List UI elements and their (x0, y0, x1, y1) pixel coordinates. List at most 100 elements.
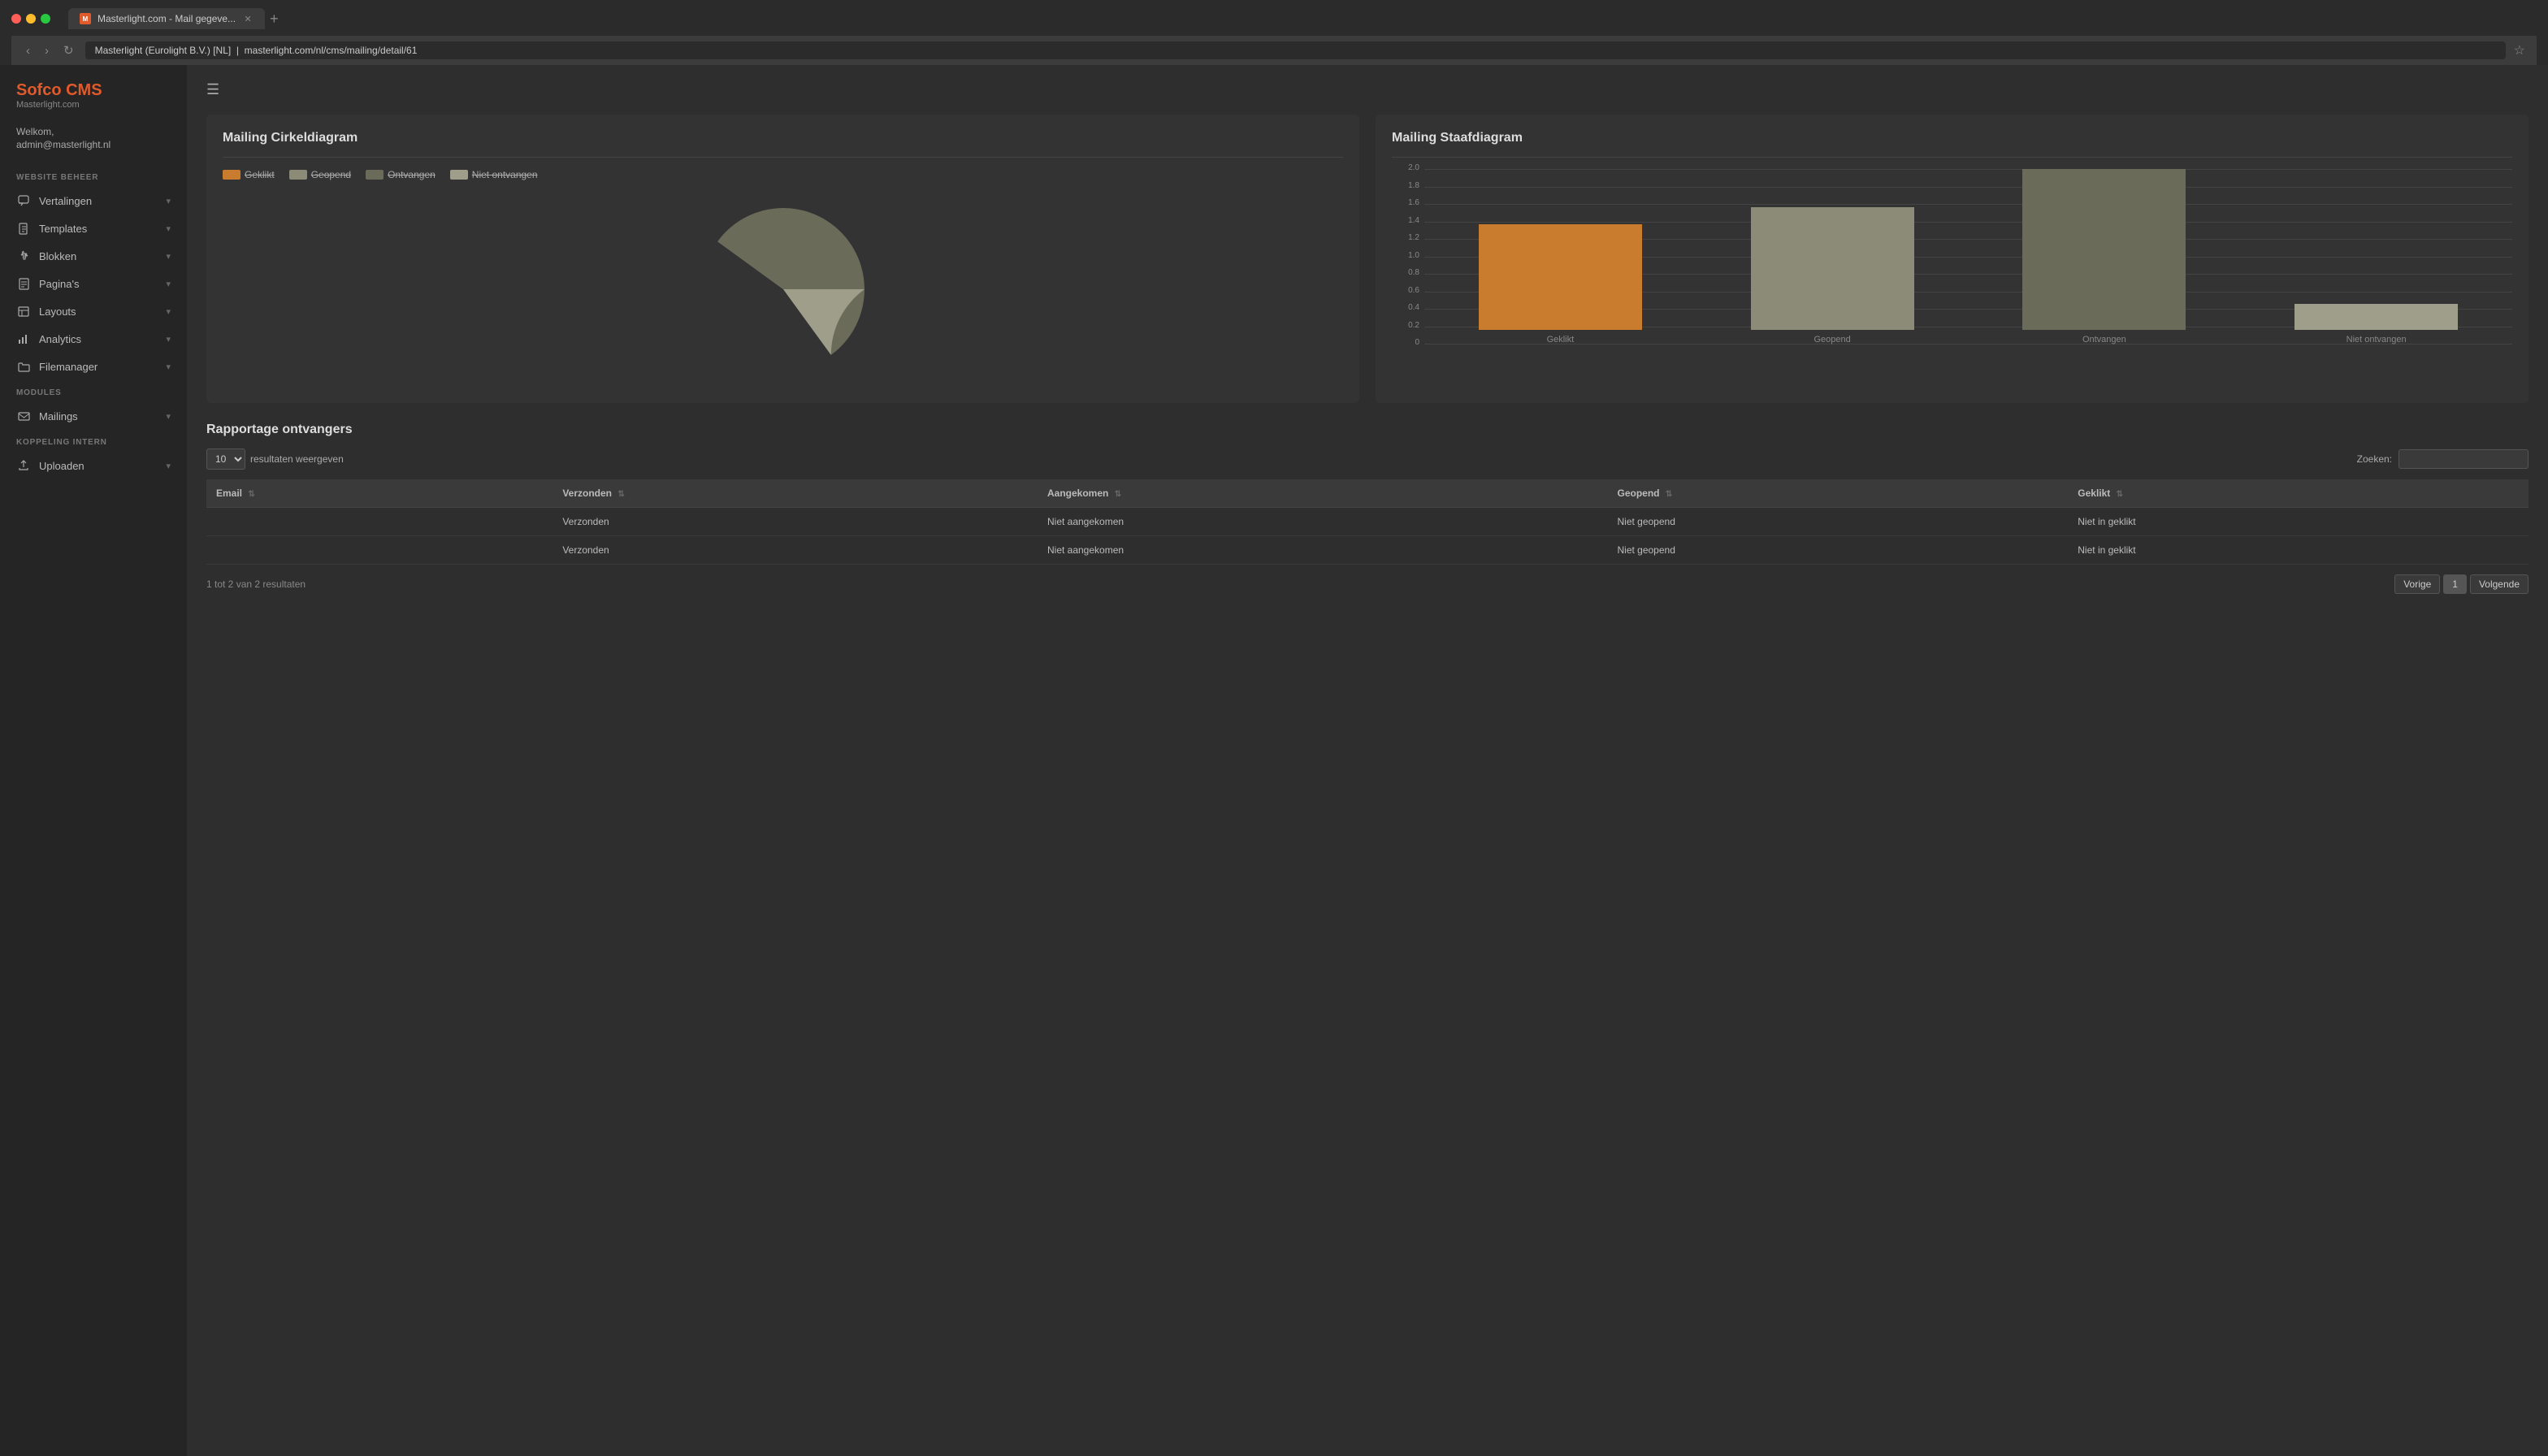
pie-chart-title: Mailing Cirkeldiagram (223, 131, 1343, 145)
bookmark-button[interactable]: ☆ (2514, 42, 2525, 58)
sidebar-item-paginas[interactable]: Pagina's ▾ (0, 270, 187, 297)
table-row: Verzonden Niet aangekomen Niet geopend N… (206, 508, 2528, 536)
sidebar-item-analytics[interactable]: Analytics ▾ (0, 325, 187, 353)
y-label-08: 0.8 (1395, 268, 1419, 277)
pagination-buttons: Vorige 1 Volgende (2394, 574, 2528, 594)
sort-icon-geopend[interactable]: ⇅ (1666, 490, 1672, 499)
filemanager-label: Filemanager (39, 361, 158, 373)
bar-chart-card: Mailing Staafdiagram 2.0 1.8 1.6 1.4 1.2… (1376, 115, 2528, 403)
table-section-title: Rapportage ontvangers (206, 422, 2528, 437)
legend-color-niet-ontvangen (450, 170, 468, 180)
sidebar-item-uploaden[interactable]: Uploaden ▾ (0, 452, 187, 479)
bar-niet-ontvangen-rect (2294, 304, 2458, 330)
browser-chrome: M Masterlight.com - Mail gegeve... ✕ + ‹… (0, 0, 2548, 65)
back-button[interactable]: ‹ (23, 42, 33, 59)
chevron-down-icon: ▾ (166, 411, 171, 422)
tab-close-button[interactable]: ✕ (242, 13, 254, 24)
bar-geopend-rect (1751, 207, 1914, 330)
sort-icon-email[interactable]: ⇅ (248, 490, 254, 499)
results-select: 10 25 50 resultaten weergeven (206, 448, 344, 470)
bar-chart-area: 2.0 1.8 1.6 1.4 1.2 1.0 0.8 0.6 0.4 0.2 … (1392, 169, 2512, 364)
pagination-prev-button[interactable]: Vorige (2394, 574, 2440, 594)
bar-niet-ontvangen-label: Niet ontvangen (2346, 335, 2407, 344)
col-email: Email ⇅ (206, 479, 552, 508)
active-tab[interactable]: M Masterlight.com - Mail gegeve... ✕ (68, 8, 265, 29)
pie-legend: Geklikt Geopend Ontvangen Niet ontvangen (223, 169, 1343, 180)
chevron-down-icon: ▾ (166, 362, 171, 372)
address-input[interactable] (85, 41, 2506, 59)
search-area: Zoeken: (2357, 449, 2528, 469)
search-input[interactable] (2398, 449, 2528, 469)
y-label-2: 2.0 (1395, 163, 1419, 172)
main-content: ☰ Mailing Cirkeldiagram Geklikt Geopend (187, 65, 2548, 1456)
pagination-row: 1 tot 2 van 2 resultaten Vorige 1 Volgen… (206, 574, 2528, 594)
sort-icon-aangekomen[interactable]: ⇅ (1115, 490, 1121, 499)
y-label-18: 1.8 (1395, 181, 1419, 190)
bar-niet-ontvangen: Niet ontvangen (2240, 169, 2512, 344)
cell-verzonden-2: Verzonden (552, 536, 1038, 565)
sidebar-logo: Sofco CMS Masterlight.com (0, 81, 187, 115)
legend-item-ontvangen: Ontvangen (366, 169, 436, 180)
sidebar-item-filemanager[interactable]: Filemanager ▾ (0, 353, 187, 380)
new-tab-button[interactable]: + (270, 11, 279, 26)
close-button[interactable] (11, 14, 21, 24)
sidebar-item-blokken[interactable]: Blokken ▾ (0, 242, 187, 270)
chevron-down-icon: ▾ (166, 279, 171, 289)
legend-label-geopend: Geopend (311, 169, 351, 180)
legend-item-geopend: Geopend (289, 169, 351, 180)
section-koppeling: KOPPELING INTERN (0, 430, 187, 452)
bar-ontvangen-rect (2022, 169, 2186, 330)
col-geopend: Geopend ⇅ (1607, 479, 2068, 508)
sort-icon-geklikt[interactable]: ⇅ (2117, 490, 2123, 499)
y-label-06: 0.6 (1395, 286, 1419, 295)
sort-icon-verzonden[interactable]: ⇅ (618, 490, 624, 499)
address-bar-row: ‹ › ↻ ☆ (11, 36, 2537, 65)
table-section: Rapportage ontvangers 10 25 50 resultate… (206, 422, 2528, 594)
layouts-label: Layouts (39, 306, 158, 318)
legend-item-niet-ontvangen: Niet ontvangen (450, 169, 538, 180)
bar-geklikt-label: Geklikt (1547, 335, 1575, 344)
tab-title: Masterlight.com - Mail gegeve... (98, 13, 236, 24)
doc-icon (16, 276, 31, 291)
minimize-button[interactable] (26, 14, 36, 24)
cell-geklikt-2: Niet in geklikt (2068, 536, 2528, 565)
tab-bar: M Masterlight.com - Mail gegeve... ✕ + (68, 8, 2537, 29)
reload-button[interactable]: ↻ (60, 41, 77, 59)
sidebar-domain: Masterlight.com (16, 100, 171, 110)
blokken-label: Blokken (39, 250, 158, 262)
pagination-page-1-button[interactable]: 1 (2443, 574, 2467, 594)
titlebar: M Masterlight.com - Mail gegeve... ✕ + (11, 8, 2537, 29)
upload-icon (16, 458, 31, 473)
chevron-down-icon: ▾ (166, 223, 171, 234)
uploaden-label: Uploaden (39, 460, 158, 472)
puzzle-icon (16, 249, 31, 263)
sidebar-item-vertalingen[interactable]: Vertalingen ▾ (0, 187, 187, 214)
mail-icon (16, 409, 31, 423)
y-label-00: 0 (1395, 338, 1419, 347)
traffic-lights (11, 14, 50, 24)
sidebar-item-mailings[interactable]: Mailings ▾ (0, 402, 187, 430)
paginas-label: Pagina's (39, 278, 158, 290)
table-header: Email ⇅ Verzonden ⇅ Aangekomen ⇅ Geope (206, 479, 2528, 508)
bars-row: Geklikt Geopend Ontvangen Niet ontv (1424, 169, 2512, 344)
search-label: Zoeken: (2357, 453, 2392, 465)
maximize-button[interactable] (41, 14, 50, 24)
pagination-next-button[interactable]: Volgende (2470, 574, 2528, 594)
col-verzonden: Verzonden ⇅ (552, 479, 1038, 508)
y-label-04: 0.4 (1395, 303, 1419, 312)
sidebar: Sofco CMS Masterlight.com Welkom, admin@… (0, 65, 187, 1456)
sidebar-item-layouts[interactable]: Layouts ▾ (0, 297, 187, 325)
pie-chart-card: Mailing Cirkeldiagram Geklikt Geopend On… (206, 115, 1359, 403)
sidebar-welcome: Welkom, (0, 115, 187, 137)
file-icon (16, 221, 31, 236)
table-body: Verzonden Niet aangekomen Niet geopend N… (206, 508, 2528, 565)
results-per-page-select[interactable]: 10 25 50 (206, 448, 245, 470)
chevron-down-icon: ▾ (166, 306, 171, 317)
cell-geopend-1: Niet geopend (1607, 508, 2068, 536)
forward-button[interactable]: › (41, 42, 52, 59)
bar-geklikt: Geklikt (1424, 169, 1696, 344)
sidebar-item-templates[interactable]: Templates ▾ (0, 214, 187, 242)
logo-text: Sofco CMS (16, 81, 171, 100)
chart-icon (16, 332, 31, 346)
hamburger-menu-button[interactable]: ☰ (206, 81, 2528, 98)
